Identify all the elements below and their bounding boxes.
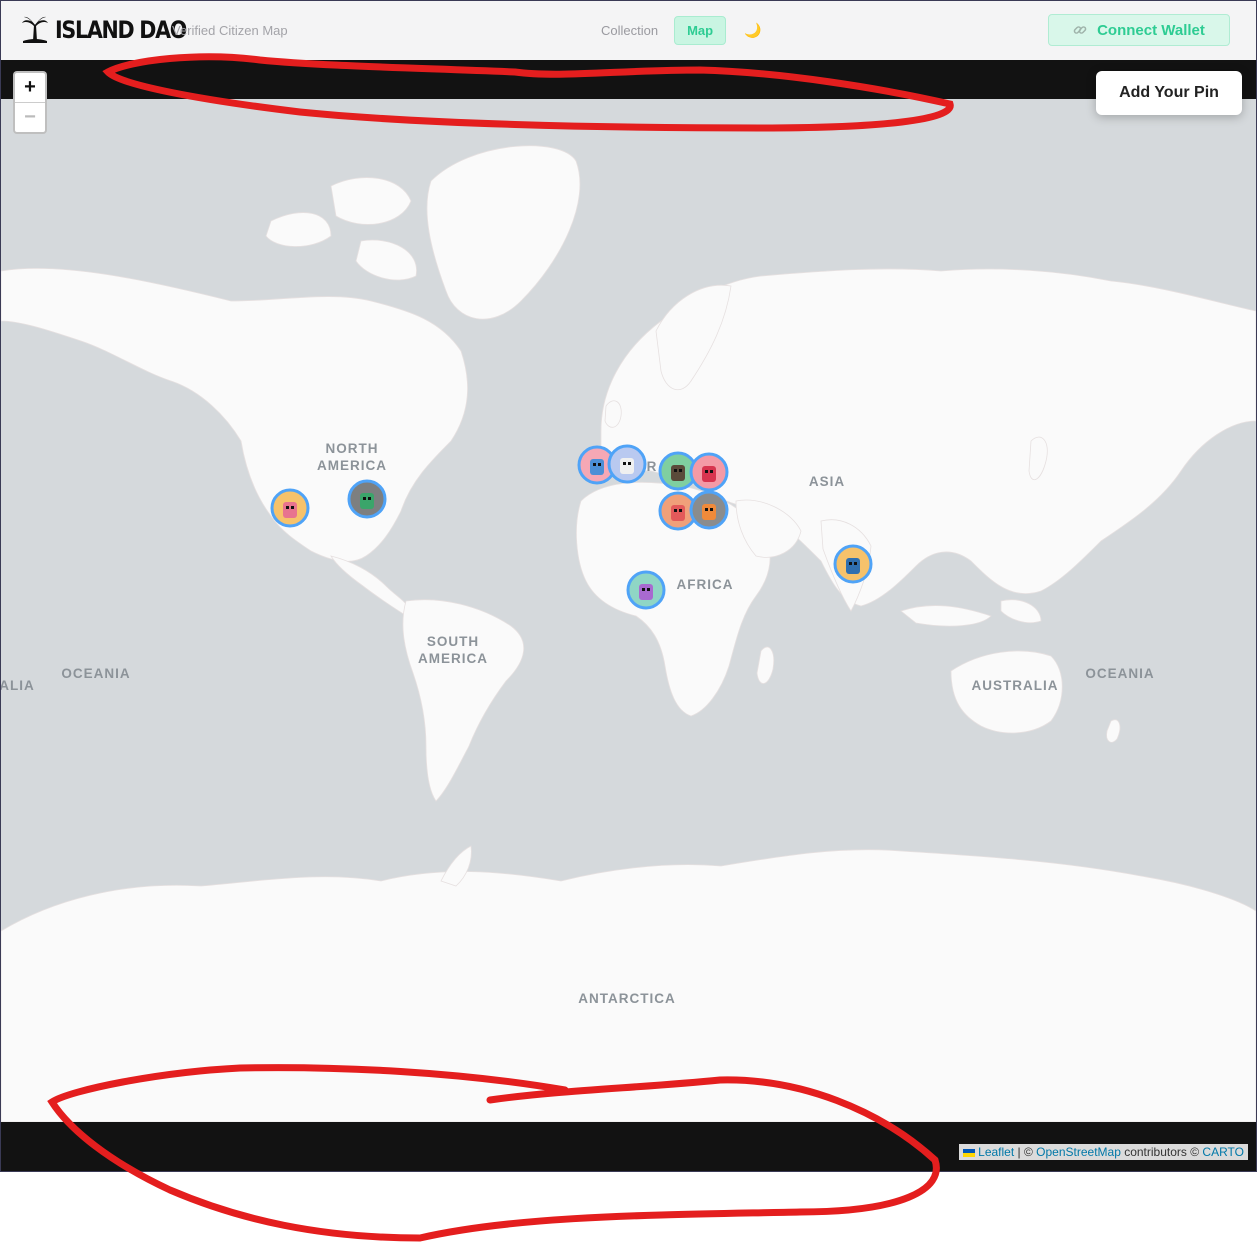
osm-link[interactable]: OpenStreetMap (1036, 1145, 1121, 1159)
palm-tree-icon (22, 16, 48, 43)
zoom-out-button[interactable]: − (15, 103, 45, 132)
ukraine-flag-icon (963, 1148, 976, 1157)
label-oceania-right: OCEANIA (1085, 666, 1154, 681)
label-south-america-2: AMERICA (418, 651, 488, 666)
label-europe-partial: R (647, 459, 658, 474)
attribution-contributors: contributors © (1120, 1145, 1203, 1159)
link-icon (1073, 26, 1087, 34)
map-top-band (1, 60, 1256, 99)
leaflet-link[interactable]: Leaflet (978, 1145, 1014, 1159)
connect-wallet-label: Connect Wallet (1097, 21, 1205, 39)
main-nav: Collection Map 🌙 (593, 16, 762, 45)
label-asia: ASIA (809, 474, 845, 489)
connect-wallet-button[interactable]: Connect Wallet (1048, 14, 1230, 46)
brand-name: ISLAND DAO (55, 16, 187, 44)
label-australia-wrapped: ALIA (1, 678, 35, 693)
nav-collection[interactable]: Collection (593, 17, 666, 44)
pin-texas[interactable] (347, 479, 387, 519)
add-pin-button[interactable]: Add Your Pin (1096, 71, 1242, 115)
label-north-america-2: AMERICA (317, 458, 387, 473)
label-oceania-left: OCEANIA (61, 666, 130, 681)
pin-egypt[interactable] (689, 490, 729, 530)
pin-nigeria[interactable] (626, 570, 666, 610)
pin-greece[interactable] (689, 452, 729, 492)
moon-icon[interactable]: 🌙 (744, 22, 761, 39)
carto-link[interactable]: CARTO (1202, 1145, 1244, 1159)
zoom-control: + − (13, 71, 47, 134)
map-attribution: Leaflet | © OpenStreetMap contributors ©… (959, 1144, 1248, 1160)
map-tiles: NORTH AMERICA SOUTH AMERICA ASIA AFRICA … (1, 145, 1256, 1122)
pin-india[interactable] (833, 544, 873, 584)
zoom-in-button[interactable]: + (15, 73, 45, 103)
pin-france[interactable] (607, 444, 647, 484)
attribution-sep: | © (1014, 1145, 1037, 1159)
pin-california[interactable] (270, 488, 310, 528)
page-subtitle: Verified Citizen Map (172, 23, 288, 38)
label-australia: AUSTRALIA (972, 678, 1059, 693)
label-africa: AFRICA (677, 577, 734, 592)
label-antarctica: ANTARCTICA (578, 991, 676, 1006)
label-north-america-1: NORTH (326, 441, 379, 456)
world-map[interactable]: NORTH AMERICA SOUTH AMERICA ASIA AFRICA … (1, 99, 1256, 1122)
app-window: ISLAND DAO Verified Citizen Map Collecti… (0, 0, 1257, 1172)
nav-map[interactable]: Map (674, 16, 727, 45)
top-navbar: ISLAND DAO Verified Citizen Map Collecti… (1, 1, 1256, 61)
label-south-america-1: SOUTH (427, 634, 479, 649)
